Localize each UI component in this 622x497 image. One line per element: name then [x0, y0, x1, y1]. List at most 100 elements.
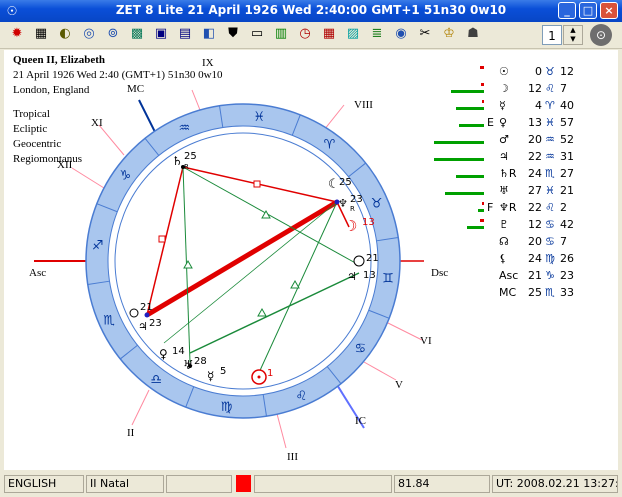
planet-degree: 20: [528, 133, 542, 146]
sky-icon[interactable]: ▤: [176, 25, 194, 43]
spinner-input[interactable]: 1: [542, 25, 562, 45]
planet-table-row[interactable]: F ♆R 22 ♌ 2: [4, 201, 618, 217]
maximize-button[interactable]: □: [579, 2, 597, 19]
planet-sign: ♒: [545, 133, 555, 146]
strength-bar-red: [480, 219, 484, 222]
planet-degree: 24: [528, 167, 542, 180]
gear-red-icon[interactable]: ✹: [8, 25, 26, 43]
planet-sign: ♒: [545, 150, 555, 163]
planet-mercury-degree: 5: [220, 366, 226, 377]
planet-table-row[interactable]: Asc 21 ♑ 23: [4, 269, 618, 285]
planet-table-row[interactable]: ☿ 4 ♈ 40: [4, 99, 618, 115]
planet-table-row[interactable]: ♇ 12 ♋ 42: [4, 218, 618, 234]
zodiac-sign: ♎: [150, 373, 162, 388]
planet-table-row[interactable]: ♄R 24 ♏ 27: [4, 167, 618, 183]
planet-flag: E: [487, 116, 494, 129]
planet-minutes: 42: [560, 218, 574, 231]
planet-table-row[interactable]: ☉ 0 ♉ 12: [4, 65, 618, 81]
zodiac-sign: ♋: [355, 342, 367, 357]
planet-dot: [188, 364, 192, 368]
planet-degree: 12: [528, 218, 542, 231]
calendar-icon[interactable]: ▦: [320, 25, 338, 43]
circle-chart-icon[interactable]: ◎: [80, 25, 98, 43]
planet-table-row[interactable]: E ♀ 13 ♓ 57: [4, 116, 618, 132]
document-icon[interactable]: ▭: [248, 25, 266, 43]
planet-degree: 27: [528, 184, 542, 197]
title-bar[interactable]: ☉ ZET 8 Lite 21 April 1926 Wed 2:40:00 G…: [0, 0, 622, 22]
planet-mercury[interactable]: ☿: [207, 369, 214, 383]
planet-degree: 24: [528, 252, 542, 265]
planet-minutes: 52: [560, 133, 574, 146]
strength-bar-green: [456, 175, 484, 178]
planet-table-row[interactable]: ♅ 27 ♓ 21: [4, 184, 618, 200]
planet-table-row[interactable]: ♃ 22 ♒ 31: [4, 150, 618, 166]
planet-degree: 13: [528, 116, 542, 129]
status-language: ENGLISH: [4, 475, 84, 493]
planet-table-row[interactable]: MC 25 ♏ 33: [4, 286, 618, 302]
house-label-vi: VI: [420, 335, 432, 347]
star-map-icon[interactable]: ▣: [152, 25, 170, 43]
planet-mars-circle: [129, 308, 139, 318]
export-icon[interactable]: ▨: [344, 25, 362, 43]
status-mode: II Natal: [86, 475, 164, 493]
planet-dot: [144, 312, 150, 318]
planet-sign: ♏: [545, 167, 555, 180]
planet-sign: ♌: [545, 201, 555, 214]
toolbar: ✹ ▦ ◐ ◎ ⊚ ▩ ▣ ▤ ◧ ⛊ ▭ ▥ ◷ ▦ ▨ ≣ ◉ ✂ ♔ ☗: [0, 22, 622, 49]
status-value: 81.84: [394, 475, 490, 493]
planet-glyph: ♄R: [499, 167, 517, 180]
grid-icon[interactable]: ▥: [272, 25, 290, 43]
planet-table-row[interactable]: ☽ 12 ♌ 7: [4, 82, 618, 98]
spinner-buttons[interactable]: ▲ ▼: [563, 25, 583, 45]
table-icon[interactable]: ▦: [32, 25, 50, 43]
planet-venus-degree: 14: [172, 346, 185, 357]
planet-degree: 22: [528, 201, 542, 214]
planet-minutes: 2: [560, 201, 567, 214]
planet-glyph: ☿: [499, 99, 506, 112]
planet-degree: 25: [528, 286, 542, 299]
clock-icon[interactable]: ◷: [296, 25, 314, 43]
planet-mars-degree: 21: [140, 302, 153, 313]
planet-venus[interactable]: ♀: [159, 347, 168, 361]
planet-sign: ♋: [545, 235, 555, 248]
close-button[interactable]: ×: [600, 2, 618, 19]
planet-glyph: ☉: [499, 65, 509, 78]
cusp-v: [363, 361, 397, 381]
planet-table-row[interactable]: ♂ 20 ♒ 52: [4, 133, 618, 149]
globe-icon[interactable]: ◐: [56, 25, 74, 43]
window-title: ZET 8 Lite 21 April 1926 Wed 2:40:00 GMT…: [115, 3, 507, 17]
house-label-ii: II: [127, 427, 135, 439]
strength-bar-green: [478, 209, 484, 212]
walk-icon[interactable]: ☗: [464, 25, 482, 43]
planet-jupiter-left[interactable]: ♃: [138, 320, 148, 333]
strength-bar-green: [459, 124, 484, 127]
planet-sign: ♑: [545, 269, 555, 282]
planet-sun-dot: [257, 375, 261, 379]
planet-sign: ♓: [545, 184, 555, 197]
settings-round-button[interactable]: ⊙: [590, 24, 612, 46]
status-empty-1: [166, 475, 232, 493]
dial-icon[interactable]: ◧: [200, 25, 218, 43]
planet-degree: 12: [528, 82, 542, 95]
shield-icon[interactable]: ⛊: [224, 25, 242, 43]
map-icon[interactable]: ▩: [128, 25, 146, 43]
cusp-ii: [131, 389, 150, 426]
biwheel-icon[interactable]: ⊚: [104, 25, 122, 43]
planet-minutes: 12: [560, 65, 574, 78]
cusp-vi: [385, 321, 423, 341]
tools-icon[interactable]: ✂: [416, 25, 434, 43]
strength-bar-green: [434, 141, 484, 144]
planet-glyph: ♂: [499, 133, 509, 146]
planet-glyph: ♅: [499, 184, 509, 197]
planet-degree: 20: [528, 235, 542, 248]
wheel-icon[interactable]: ◉: [392, 25, 410, 43]
planet-minutes: 7: [560, 82, 567, 95]
list-icon[interactable]: ≣: [368, 25, 386, 43]
planet-degree: 21: [528, 269, 542, 282]
minimize-button[interactable]: _: [558, 2, 576, 19]
strength-bar-green: [456, 107, 484, 110]
zodiac-sign: ♍: [221, 400, 233, 415]
planet-table-row[interactable]: ⚸ 24 ♍ 26: [4, 252, 618, 268]
planet-table-row[interactable]: ☊ 20 ♋ 7: [4, 235, 618, 251]
person-icon[interactable]: ♔: [440, 25, 458, 43]
